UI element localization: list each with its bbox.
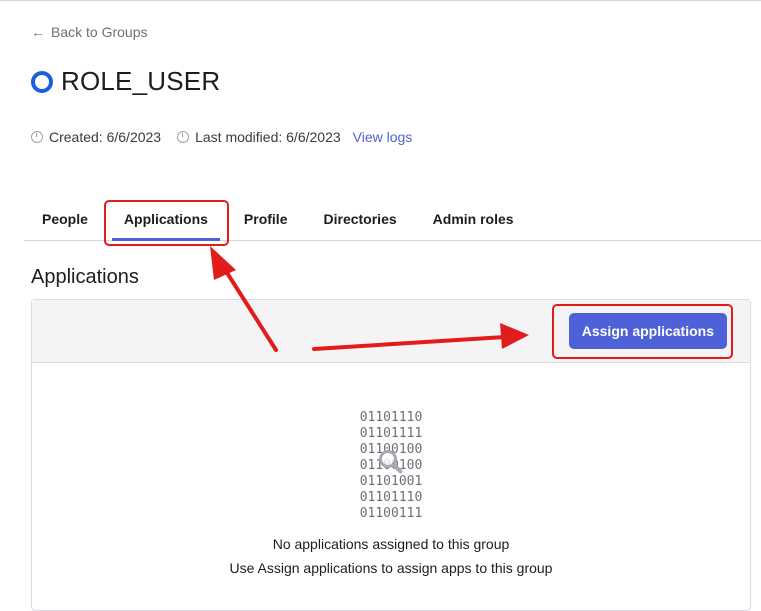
arrow-to-assign-button — [312, 323, 529, 351]
annotation-arrows — [210, 246, 529, 352]
arrow-to-applications-tab — [210, 246, 278, 352]
